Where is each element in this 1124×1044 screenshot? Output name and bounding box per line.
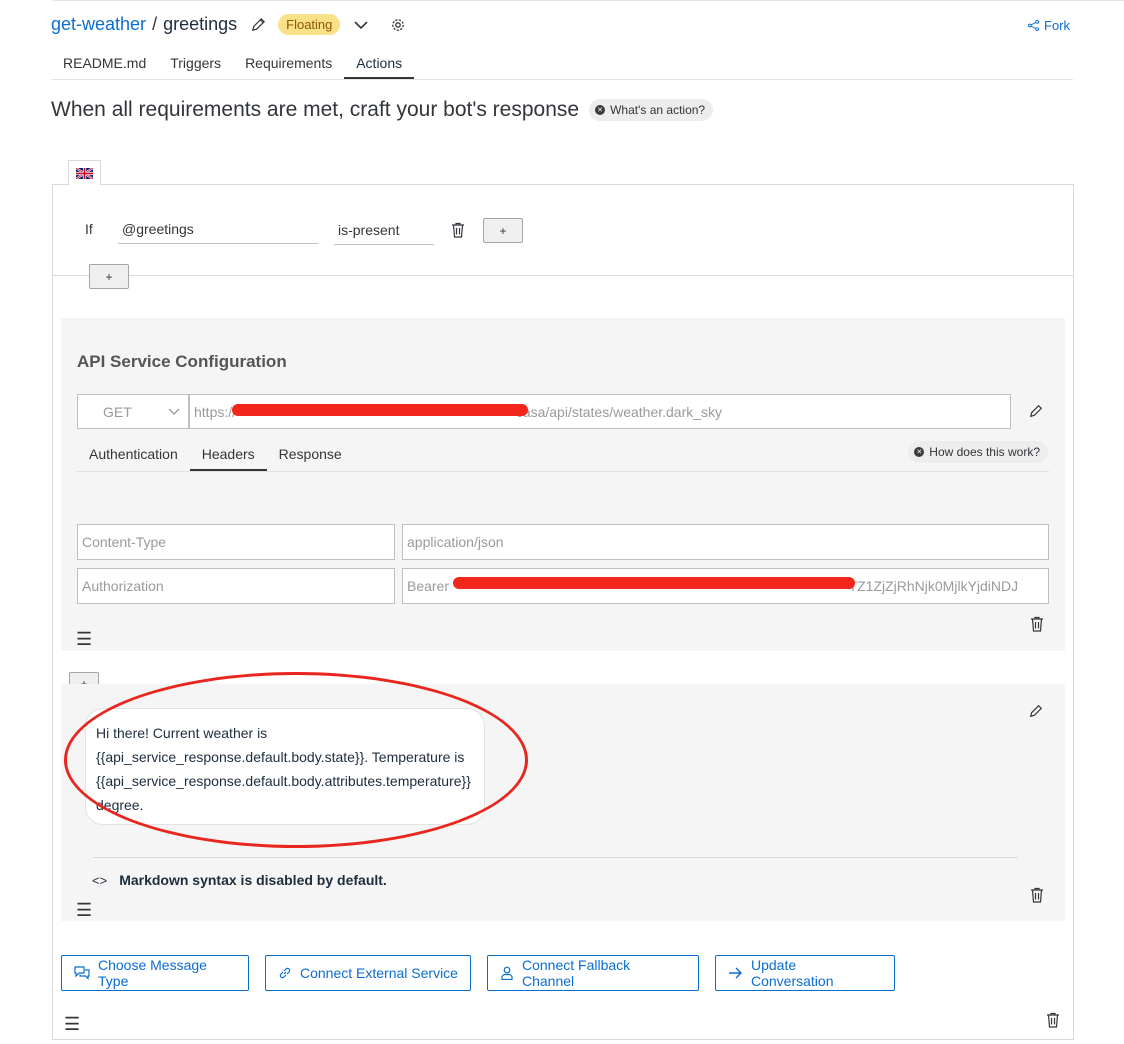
skill-name: greetings (163, 14, 238, 34)
person-icon (500, 966, 514, 980)
how-does-this-work-button[interactable]: ✕ How does this work? (908, 441, 1048, 463)
whats-action-button[interactable]: ✕ What's an action? (589, 99, 714, 121)
tab-response[interactable]: Response (267, 436, 354, 471)
header-value-input[interactable]: application/json (402, 524, 1049, 560)
share-icon (1028, 20, 1039, 31)
info-icon: ✕ (595, 105, 606, 115)
tab-requirements[interactable]: Requirements (233, 46, 344, 79)
uk-flag-icon (76, 167, 93, 179)
api-subtabs: Authentication Headers Response (77, 436, 1049, 472)
chevron-down-icon[interactable] (354, 20, 368, 30)
arrow-right-icon (728, 967, 743, 979)
pencil-icon[interactable] (1029, 404, 1043, 418)
message-line: {{api_service_response.default.body.attr… (96, 773, 471, 789)
top-divider (52, 0, 1124, 1)
tab-readme[interactable]: README.md (51, 46, 158, 79)
message-line: degree. (96, 797, 144, 813)
http-method-value: GET (103, 403, 132, 420)
choose-message-type-label: Choose Message Type (98, 957, 207, 989)
update-conversation-label: Update Conversation (751, 957, 834, 989)
breadcrumb-separator: / (152, 14, 158, 34)
info-icon: ✕ (914, 447, 925, 457)
trash-icon[interactable] (1030, 616, 1044, 632)
header-key-input[interactable]: Authorization (77, 568, 395, 604)
drag-handle-icon[interactable]: ☰ (76, 901, 92, 919)
page-title-row: When all requirements are met, craft you… (51, 98, 714, 122)
choose-message-type-button[interactable]: Choose Message Type (61, 955, 249, 991)
tab-actions[interactable]: Actions (344, 46, 415, 79)
message-line: Hi there! Current weather is (96, 725, 268, 741)
add-condition-group-button[interactable]: + (89, 264, 129, 289)
add-condition-button[interactable]: + (483, 218, 523, 243)
url-start: https:// (194, 404, 237, 420)
drag-handle-icon[interactable]: ☰ (76, 630, 92, 648)
tab-authentication[interactable]: Authentication (77, 436, 190, 471)
connect-fallback-channel-label: Connect Fallback Channel (522, 957, 631, 989)
markdown-note: <> Markdown syntax is disabled by defaul… (92, 872, 387, 888)
update-conversation-button[interactable]: Update Conversation (715, 955, 895, 991)
pencil-icon[interactable] (1029, 704, 1043, 718)
if-label: If (85, 221, 93, 237)
trash-icon[interactable] (1030, 887, 1044, 903)
header-value-start: Bearer (407, 578, 450, 594)
trash-icon[interactable] (451, 222, 465, 238)
pencil-icon[interactable] (251, 17, 266, 32)
chat-icon (74, 966, 90, 980)
connect-external-service-label: Connect External Service (300, 965, 458, 981)
header-key-input[interactable]: Content-Type (77, 524, 395, 560)
message-bubble[interactable]: Hi there! Current weather is {{api_servi… (85, 708, 485, 825)
message-line: {{api_service_response.default.body.stat… (96, 749, 465, 765)
link-icon (278, 966, 292, 980)
chevron-down-icon (168, 405, 180, 419)
markdown-note-text: Markdown syntax is disabled by default. (119, 872, 387, 888)
redaction-mark (453, 577, 855, 589)
how-label: How does this work? (929, 445, 1040, 459)
fork-label: Fork (1044, 18, 1070, 33)
status-badge: Floating (278, 14, 341, 35)
api-section-title: API Service Configuration (77, 352, 287, 371)
breadcrumb: get-weather / greetings Floating (51, 14, 406, 35)
language-tab-en[interactable] (68, 160, 101, 185)
drag-handle-icon[interactable]: ☰ (64, 1015, 80, 1033)
tab-triggers[interactable]: Triggers (158, 46, 233, 79)
project-link[interactable]: get-weather (51, 14, 146, 35)
divider (93, 857, 1018, 858)
whats-action-label: What's an action? (610, 103, 706, 117)
gear-icon[interactable] (390, 17, 406, 33)
condition-operator-select[interactable]: is-present (334, 216, 434, 245)
connect-fallback-channel-button[interactable]: Connect Fallback Channel (487, 955, 699, 991)
url-end: casa/api/states/weather.dark_sky (515, 404, 723, 420)
connect-external-service-button[interactable]: Connect External Service (265, 955, 471, 991)
tab-headers[interactable]: Headers (189, 436, 267, 471)
page-title: When all requirements are met, craft you… (51, 98, 580, 121)
redaction-mark (232, 404, 528, 416)
condition-variable-input[interactable]: @greetings (118, 215, 318, 244)
skill-tabs: README.md Triggers Requirements Actions (51, 46, 1073, 80)
header-value-end: TZ1ZjZjRhNjk0MjlkYjdiNDJ (848, 578, 1019, 594)
code-icon: <> (92, 872, 108, 888)
http-method-select[interactable]: GET (77, 394, 189, 429)
fork-button[interactable]: Fork (1028, 18, 1070, 33)
trash-icon[interactable] (1046, 1012, 1060, 1028)
